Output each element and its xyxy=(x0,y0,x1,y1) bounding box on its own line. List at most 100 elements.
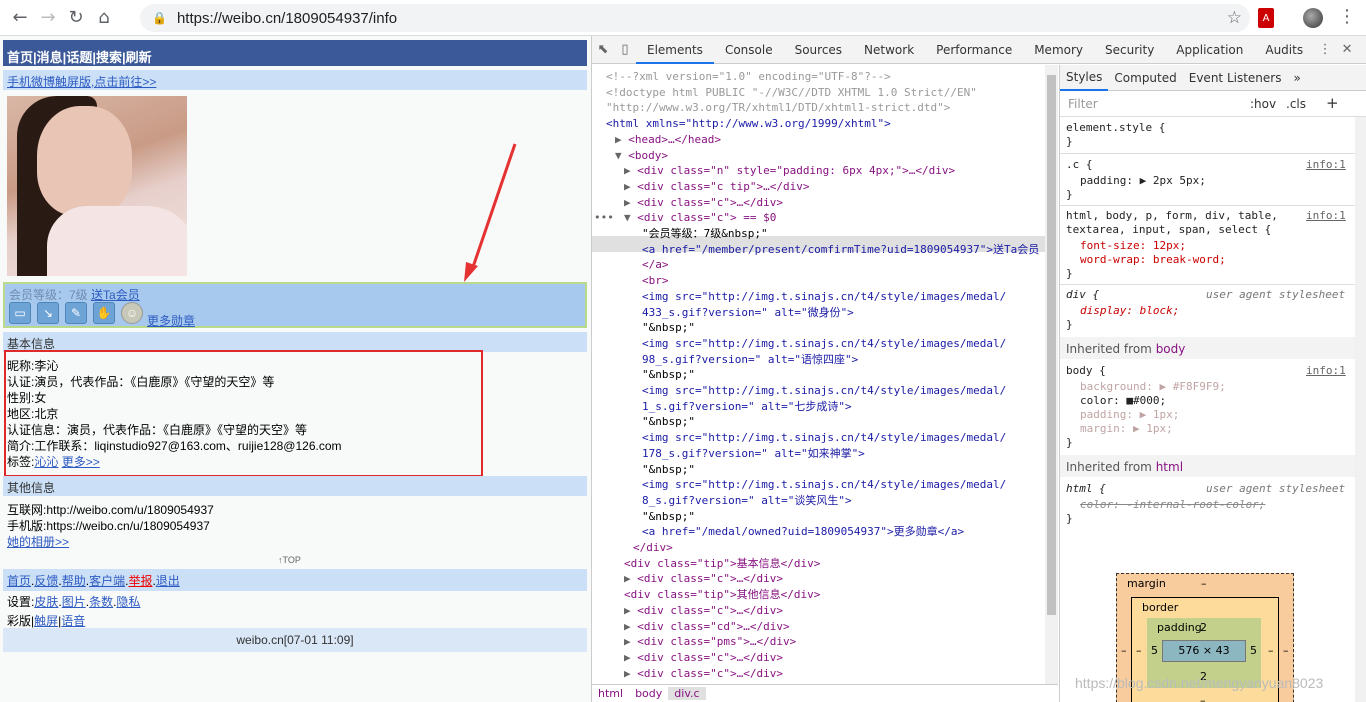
profile-avatar[interactable] xyxy=(1303,8,1323,28)
c-rule-selector[interactable]: .c { xyxy=(1066,158,1093,172)
dom-node-line[interactable]: ▶ <div class="pms">…</div> xyxy=(624,634,796,650)
add-rule-icon[interactable]: + xyxy=(1326,94,1339,112)
home-icon[interactable]: ⌂ xyxy=(90,4,118,32)
skin-link[interactable]: 皮肤 xyxy=(34,595,58,609)
margin-top-value[interactable]: – xyxy=(1201,577,1207,590)
box-content[interactable]: 576 × 43 xyxy=(1162,640,1246,662)
dom-node-line[interactable]: ▶ <div class="c">…</div> xyxy=(624,666,783,682)
inspect-icon[interactable]: ⬉ xyxy=(592,36,614,64)
client-link[interactable]: 客户端 xyxy=(89,574,125,588)
dom-node-line[interactable]: <html xmlns="http://www.w3.org/1999/xhtm… xyxy=(606,116,891,132)
tab-styles[interactable]: Styles xyxy=(1060,65,1109,91)
dom-node-line[interactable]: <img src="http://img.t.sinajs.cn/t4/styl… xyxy=(642,430,1006,446)
expand-arrow-icon[interactable]: ▼ xyxy=(624,211,637,224)
tabs-overflow[interactable]: » xyxy=(1287,71,1306,85)
dom-node-line[interactable]: "&nbsp;" xyxy=(642,509,695,525)
touch-version-link[interactable]: 手机微博触屏版,点击前往>> xyxy=(7,75,156,89)
body-rule-selector[interactable]: body { xyxy=(1066,364,1106,378)
dom-node-line[interactable]: 178_s.gif?version=" alt="如来神掌"> xyxy=(642,446,865,462)
crumb-div[interactable]: div.c xyxy=(668,687,706,700)
url-text[interactable]: https://weibo.cn/1809054937/info xyxy=(177,10,397,27)
padding-top-value[interactable]: 2 xyxy=(1200,621,1207,634)
tab-computed[interactable]: Computed xyxy=(1108,71,1182,85)
c-rule-source[interactable]: info:1 xyxy=(1306,158,1346,172)
elements-scroll-thumb[interactable] xyxy=(1047,75,1056,615)
inherited-body-tag[interactable]: body xyxy=(1156,342,1186,356)
inherited-html-tag[interactable]: html xyxy=(1156,460,1183,474)
dom-node-line[interactable]: <!doctype html PUBLIC "-//W3C//DTD XHTML… xyxy=(606,85,977,101)
body-padding[interactable]: padding: ▶ 1px; xyxy=(1080,408,1179,422)
dom-node-line[interactable]: 1_s.gif?version=" alt="七步成诗"> xyxy=(642,399,852,415)
body-color[interactable]: color: ■#000; xyxy=(1080,394,1166,408)
dom-node-line[interactable]: "&nbsp;" xyxy=(642,320,695,336)
dom-node-line[interactable]: ▶ <div class="c">…</div> xyxy=(624,603,783,619)
dom-node-line[interactable]: 433_s.gif?version=" alt="微身份"> xyxy=(642,305,854,321)
privacy-link[interactable]: 隐私 xyxy=(116,595,140,609)
border-left-value[interactable]: – xyxy=(1136,644,1142,657)
body-margin[interactable]: margin: ▶ 1px; xyxy=(1080,422,1173,436)
nav-topics[interactable]: 话题 xyxy=(66,50,92,65)
styles-filter-input[interactable]: Filter xyxy=(1068,97,1098,111)
dom-node-line[interactable]: ▶ <div class="n" style="padding: 6px 4px… xyxy=(624,163,955,179)
reload-icon[interactable]: ↻ xyxy=(62,4,90,32)
margin-right-value[interactable]: – xyxy=(1283,644,1289,657)
expand-arrow-icon[interactable]: ▶ xyxy=(624,604,637,617)
dom-node-line[interactable]: <a href="/member/present/comfirmTime?uid… xyxy=(642,242,1039,258)
tab-sources[interactable]: Sources xyxy=(784,36,853,64)
expand-arrow-icon[interactable]: ▶ xyxy=(624,651,637,664)
html-rule-selector-2[interactable]: textarea, input, span, select { xyxy=(1066,223,1271,237)
crumb-body[interactable]: body xyxy=(629,687,668,700)
dom-node-line[interactable]: "&nbsp;" xyxy=(642,462,695,478)
dom-node-line[interactable]: </a> xyxy=(642,257,669,273)
image-link[interactable]: 图片 xyxy=(62,595,86,609)
body-rule-source[interactable]: info:1 xyxy=(1306,364,1346,378)
expand-arrow-icon[interactable]: ▶ xyxy=(624,180,637,193)
element-style-rule[interactable]: element.style { xyxy=(1066,121,1165,135)
dom-node-line[interactable]: ▶ <div class="c">…</div> xyxy=(624,195,783,211)
album-link[interactable]: 她的相册>> xyxy=(7,535,69,549)
expand-arrow-icon[interactable]: ▶ xyxy=(624,620,637,633)
dom-node-line[interactable]: "&nbsp;" xyxy=(642,414,695,430)
expand-arrow-icon[interactable]: ▼ xyxy=(615,149,628,162)
bookmark-star-icon[interactable]: ☆ xyxy=(1227,8,1242,28)
medal-icon[interactable]: ✋ xyxy=(93,302,115,324)
dom-node-line[interactable]: ▼ <div class="c"> == $0 xyxy=(624,210,776,226)
dom-node-line[interactable]: <img src="http://img.t.sinajs.cn/t4/styl… xyxy=(642,383,1006,399)
devtools-close-icon[interactable]: ✕ xyxy=(1336,36,1358,64)
dom-node-line[interactable]: ▶ <head>…</head> xyxy=(615,132,721,148)
display-prop[interactable]: display: block; xyxy=(1080,304,1179,318)
dom-node-line[interactable]: <!--?xml version="1.0" encoding="UTF-8"?… xyxy=(606,69,891,85)
tab-memory[interactable]: Memory xyxy=(1023,36,1094,64)
tags-more-link[interactable]: 更多>> xyxy=(62,455,100,469)
menu-icon[interactable]: ⋮ xyxy=(1338,6,1356,27)
profile-photo[interactable] xyxy=(7,96,187,276)
tab-elements[interactable]: Elements xyxy=(636,36,714,64)
hov-toggle[interactable]: :hov xyxy=(1250,97,1276,111)
tab-security[interactable]: Security xyxy=(1094,36,1165,64)
dom-node-line[interactable]: 98_s.gif?version=" alt="语惊四座"> xyxy=(642,352,858,368)
border-right-value[interactable]: – xyxy=(1268,644,1274,657)
html-color-prop[interactable]: color: -internal-root-color; xyxy=(1080,498,1265,512)
gift-member-link[interactable]: 送Ta会员 xyxy=(91,288,140,302)
dom-node-line[interactable]: "会员等级：7级&nbsp;" xyxy=(642,226,768,242)
more-medals-link[interactable]: 更多勋章 xyxy=(147,312,195,329)
cls-toggle[interactable]: .cls xyxy=(1286,97,1306,111)
expand-arrow-icon[interactable]: ▶ xyxy=(624,635,637,648)
dom-node-line[interactable]: ▼ <body> xyxy=(615,148,668,164)
expand-arrow-icon[interactable]: ▶ xyxy=(615,133,628,146)
dom-node-line[interactable]: </div> xyxy=(633,540,673,556)
dom-node-line[interactable]: ▶ <div class="c tip">…</div> xyxy=(624,179,809,195)
tab-audits[interactable]: Audits xyxy=(1254,36,1314,64)
logout-link[interactable]: 退出 xyxy=(156,574,180,588)
dom-node-line[interactable]: "http://www.w3.org/TR/xhtml1/DTD/xhtml1-… xyxy=(606,100,950,116)
body-background[interactable]: background: ▶ #F8F9F9; xyxy=(1080,380,1226,394)
padding-left-value[interactable]: 5 xyxy=(1151,644,1158,657)
tab-network[interactable]: Network xyxy=(853,36,925,64)
html-rule-source[interactable]: info:1 xyxy=(1306,209,1346,223)
devtools-menu-icon[interactable]: ⋮ xyxy=(1314,36,1336,64)
dom-node-line[interactable]: ▶ <div class="cd">…</div> xyxy=(624,619,790,635)
dom-node-line[interactable]: <img src="http://img.t.sinajs.cn/t4/styl… xyxy=(642,336,1006,352)
feedback-link[interactable]: 反馈 xyxy=(34,574,58,588)
medal-icon[interactable]: ↘ xyxy=(37,302,59,324)
top-label[interactable]: TOP xyxy=(283,555,301,565)
